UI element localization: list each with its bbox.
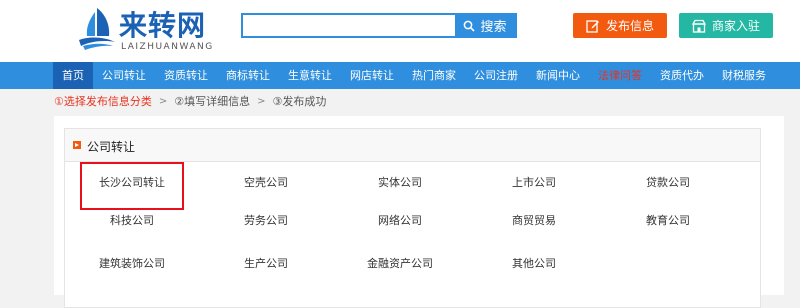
site-logo[interactable]: 来转网 LAIZHUANWANG bbox=[75, 6, 245, 56]
category-item-loan-company[interactable]: 贷款公司 bbox=[603, 174, 733, 190]
search-icon bbox=[463, 20, 476, 32]
category-item-network-company[interactable]: 网络公司 bbox=[335, 212, 465, 228]
category-item-other-company[interactable]: 其他公司 bbox=[469, 255, 599, 271]
nav-item-news[interactable]: 新闻中心 bbox=[527, 62, 589, 89]
arrow-bullet-icon bbox=[73, 141, 81, 149]
nav-item-home[interactable]: 首页 bbox=[53, 62, 93, 89]
store-icon bbox=[691, 19, 706, 33]
search-button[interactable]: 搜索 bbox=[455, 15, 515, 36]
category-item-education-company[interactable]: 教育公司 bbox=[603, 212, 733, 228]
nav-item-tax-services[interactable]: 财税服务 bbox=[713, 62, 775, 89]
nav-item-qualification-agency[interactable]: 资质代办 bbox=[651, 62, 713, 89]
category-item-construction-company[interactable]: 建筑装饰公司 bbox=[67, 255, 197, 271]
nav-item-legal-qa[interactable]: 法律问答 bbox=[589, 62, 651, 89]
category-item-labor-company[interactable]: 劳务公司 bbox=[201, 212, 331, 228]
merchant-join-label: 商家入驻 bbox=[711, 19, 760, 33]
post-info-button[interactable]: 发布信息 bbox=[573, 13, 667, 38]
category-item-listed-company[interactable]: 上市公司 bbox=[469, 174, 599, 190]
category-item-trade-company[interactable]: 商贸贸易 bbox=[469, 212, 599, 228]
publish-steps: ①选择发布信息分类 > ②填写详细信息 > ③发布成功 bbox=[54, 94, 326, 108]
search-input[interactable] bbox=[243, 15, 455, 36]
nav-item-company-transfer[interactable]: 公司转让 bbox=[93, 62, 155, 89]
post-info-label: 发布信息 bbox=[605, 19, 654, 33]
nav-item-business-transfer[interactable]: 生意转让 bbox=[279, 62, 341, 89]
category-title: 公司转让 bbox=[87, 140, 136, 154]
merchant-join-button[interactable]: 商家入驻 bbox=[679, 13, 773, 38]
nav-item-shop-transfer[interactable]: 网店转让 bbox=[341, 62, 403, 89]
category-item-finance-company[interactable]: 金融资产公司 bbox=[335, 255, 465, 271]
nav-item-company-registration[interactable]: 公司注册 bbox=[465, 62, 527, 89]
step-arrow-icon: > bbox=[257, 95, 266, 107]
category-item-entity-company[interactable]: 实体公司 bbox=[335, 174, 465, 190]
step-publish-success: ③发布成功 bbox=[272, 95, 327, 108]
site-header: 来转网 LAIZHUANWANG 搜索 发布信息 商家入驻 bbox=[0, 0, 800, 62]
category-item-shell-company[interactable]: 空壳公司 bbox=[201, 174, 331, 190]
logo-title: 来转网 bbox=[119, 9, 207, 42]
category-item-tech-company[interactable]: 科技公司 bbox=[67, 212, 197, 228]
nav-item-qualification-transfer[interactable]: 资质转让 bbox=[155, 62, 217, 89]
step-choose-category: ①选择发布信息分类 bbox=[54, 95, 152, 108]
search-box: 搜索 bbox=[241, 13, 517, 38]
search-button-label: 搜索 bbox=[480, 20, 507, 35]
category-item-production-company[interactable]: 生产公司 bbox=[201, 255, 331, 271]
category-box: 公司转让 长沙公司转让 空壳公司 实体公司 上市公司 贷款公司 科技公司 劳务公… bbox=[64, 128, 761, 308]
nav-item-trademark-transfer[interactable]: 商标转让 bbox=[217, 62, 279, 89]
step-fill-details: ②填写详细信息 bbox=[174, 95, 251, 108]
logo-subtitle: LAIZHUANWANG bbox=[121, 42, 214, 52]
step-arrow-icon: > bbox=[158, 95, 168, 107]
category-header: 公司转让 bbox=[65, 129, 760, 162]
main-nav: 首页 公司转让 资质转让 商标转让 生意转让 网店转让 热门商家 公司注册 新闻… bbox=[0, 62, 800, 89]
edit-icon bbox=[586, 19, 600, 33]
nav-item-hot-merchants[interactable]: 热门商家 bbox=[403, 62, 465, 89]
selected-category-highlight bbox=[80, 162, 184, 210]
sail-logo-icon bbox=[79, 8, 115, 50]
